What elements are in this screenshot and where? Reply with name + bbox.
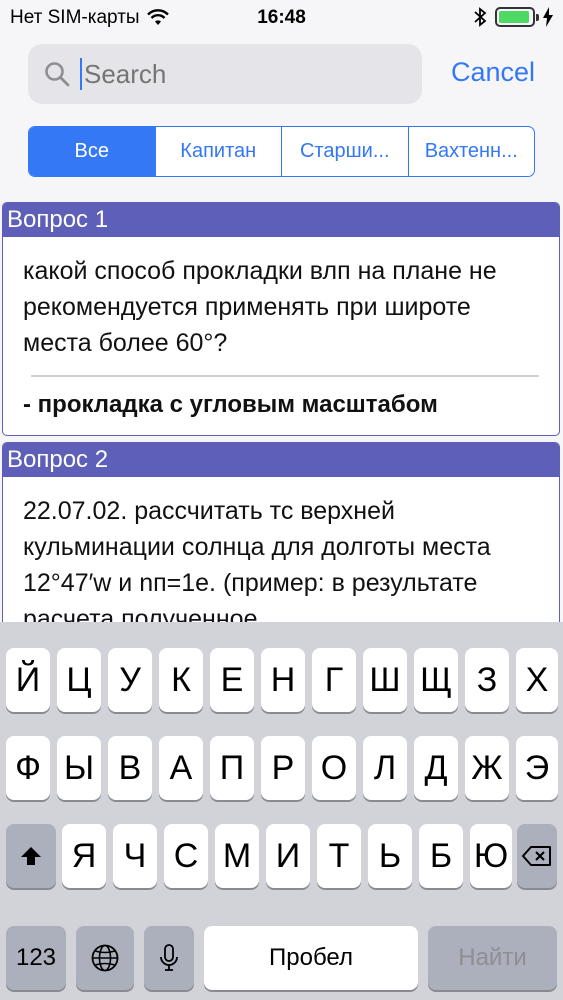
key[interactable]: К (159, 648, 203, 712)
numbers-key[interactable]: 123 (6, 926, 66, 990)
key[interactable]: Ю (470, 824, 512, 888)
question-title: Вопрос 2 (3, 443, 559, 477)
key[interactable]: В (108, 736, 152, 800)
keyboard: Й Ц У К Е Н Г Ш Щ З Х Ф Ы В А П Р О Л Д … (0, 622, 563, 1000)
question-body: какой способ прокладки влп на плане не р… (3, 237, 559, 435)
backspace-icon (522, 846, 551, 866)
key[interactable]: Я (62, 824, 106, 888)
key[interactable]: С (164, 824, 208, 888)
key[interactable]: Г (312, 648, 356, 712)
search-icon (45, 62, 70, 87)
microphone-icon (160, 944, 178, 971)
key[interactable]: Ф (6, 736, 50, 800)
search-return-key[interactable]: Найти (428, 926, 557, 990)
key[interactable]: Ц (57, 648, 101, 712)
shift-key[interactable] (6, 824, 56, 888)
question-card[interactable]: Вопрос 1 какой способ прокладки влп на п… (2, 202, 560, 436)
category-segmented-control: Все Капитан Старши... Вахтенн... (28, 126, 535, 177)
question-text: 22.07.02. рассчитать тс верхней кульмина… (23, 497, 491, 622)
search-bar[interactable] (28, 44, 422, 104)
key[interactable]: Д (414, 736, 458, 800)
charging-icon (543, 7, 553, 27)
answer-text: - прокладка с угловым масштабом (23, 391, 438, 418)
bluetooth-icon (474, 7, 487, 27)
key[interactable]: Щ (414, 648, 458, 712)
search-input[interactable] (84, 58, 384, 90)
segment-all[interactable]: Все (29, 127, 156, 176)
key[interactable]: З (465, 648, 509, 712)
dictation-key[interactable] (144, 926, 194, 990)
key[interactable]: Й (6, 648, 50, 712)
status-bar: Нет SIM-карты 16:48 (0, 0, 563, 36)
segment-watch-officer[interactable]: Вахтенн... (409, 127, 535, 176)
key[interactable]: Х (516, 648, 558, 712)
question-card[interactable]: Вопрос 2 22.07.02. рассчитать тс верхней… (2, 442, 560, 622)
key[interactable]: У (108, 648, 152, 712)
key[interactable]: Ь (368, 824, 412, 888)
globe-icon (91, 944, 119, 972)
search-row: Cancel (0, 42, 563, 106)
key[interactable]: Е (210, 648, 254, 712)
key[interactable]: Н (261, 648, 305, 712)
key[interactable]: О (312, 736, 356, 800)
backspace-key[interactable] (517, 824, 557, 888)
cancel-button[interactable]: Cancel (451, 57, 535, 88)
segment-chief-mate[interactable]: Старши... (282, 127, 409, 176)
key[interactable]: Р (261, 736, 305, 800)
question-title: Вопрос 1 (3, 203, 559, 237)
key[interactable]: Э (516, 736, 558, 800)
status-right (473, 6, 553, 28)
key[interactable]: А (159, 736, 203, 800)
segment-captain[interactable]: Капитан (156, 127, 282, 176)
key[interactable]: Ы (57, 736, 101, 800)
question-text: какой способ прокладки влп на плане не р… (23, 257, 497, 357)
divider (31, 375, 539, 377)
key[interactable]: П (210, 736, 254, 800)
key[interactable]: Т (317, 824, 361, 888)
question-body: 22.07.02. рассчитать тс верхней кульмина… (3, 477, 559, 622)
key[interactable]: И (266, 824, 310, 888)
key[interactable]: Ш (363, 648, 407, 712)
key[interactable]: Ж (465, 736, 509, 800)
text-cursor (80, 58, 82, 90)
key[interactable]: М (215, 824, 259, 888)
space-key[interactable]: Пробел (204, 926, 418, 990)
shift-icon (21, 847, 41, 865)
key[interactable]: Б (419, 824, 463, 888)
question-list[interactable]: Вопрос 1 какой способ прокладки влп на п… (0, 202, 563, 622)
globe-key[interactable] (76, 926, 134, 990)
battery-icon (495, 7, 539, 27)
battery-fill (499, 11, 530, 23)
key[interactable]: Л (363, 736, 407, 800)
key[interactable]: Ч (113, 824, 157, 888)
